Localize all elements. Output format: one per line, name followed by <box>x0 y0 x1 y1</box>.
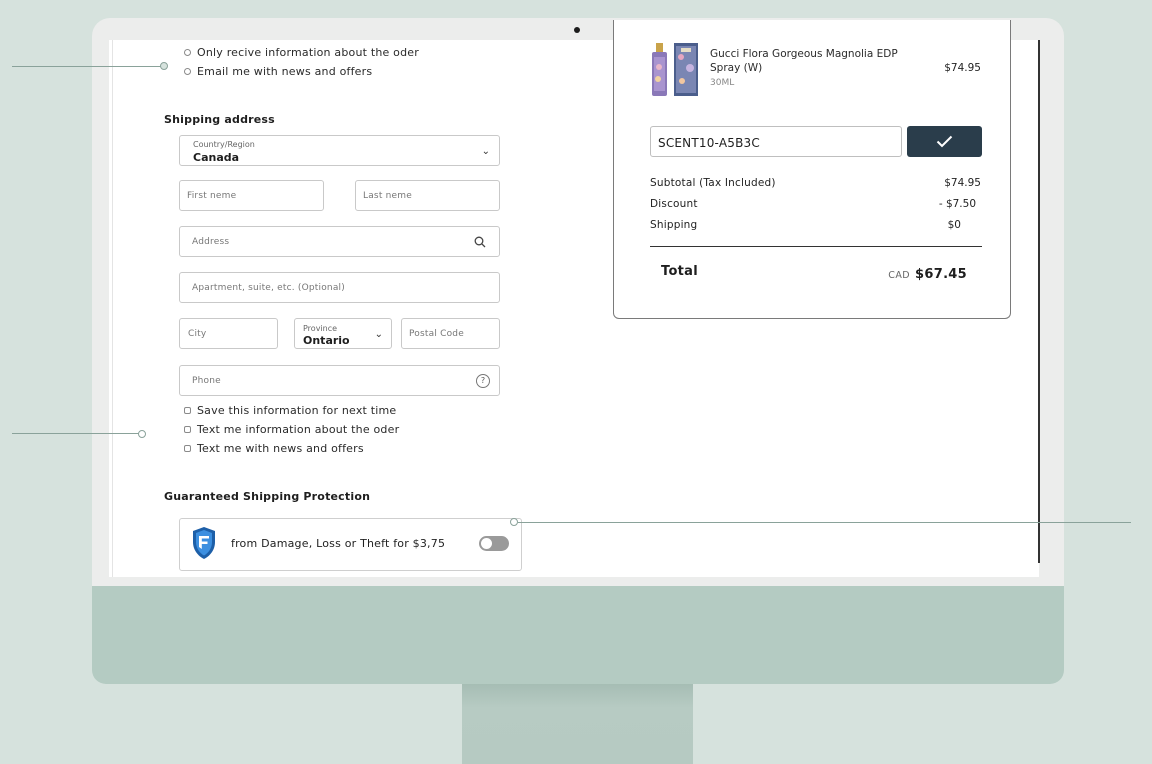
checkbox-save-info[interactable] <box>184 407 191 414</box>
country-label: Country/Region <box>193 140 255 149</box>
checkbox-label: Save this information for next time <box>197 404 397 417</box>
product-price: $74.95 <box>944 62 981 74</box>
shipping-value: $0 <box>947 219 961 231</box>
search-icon <box>474 236 486 248</box>
first-name-placeholder: First neme <box>187 190 237 201</box>
divider <box>112 40 113 577</box>
address-input[interactable]: Address <box>179 226 500 257</box>
apartment-input[interactable]: Apartment, suite, etc. (Optional) <box>179 272 500 303</box>
country-value: Canada <box>193 151 240 164</box>
currency-code: CAD <box>888 270 910 281</box>
product-variant: 30ML <box>710 78 735 88</box>
product-image <box>652 43 698 96</box>
first-name-input[interactable]: First neme <box>179 180 324 211</box>
scrollbar[interactable] <box>1038 40 1040 563</box>
checkbox-label: Only recive information about the oder <box>197 46 419 59</box>
chevron-down-icon: ⌄ <box>374 329 383 340</box>
product-name: Gucci Flora Gorgeous Magnolia EDP Spray … <box>710 48 898 74</box>
callout-dot <box>138 430 146 438</box>
discount-code-value: SCENT10-A5B3C <box>658 136 760 150</box>
discount-label: Discount <box>650 198 698 210</box>
phone-placeholder: Phone <box>192 375 221 386</box>
check-icon <box>936 135 953 148</box>
divider <box>650 246 982 247</box>
total-value: $67.45 <box>915 267 967 282</box>
callout-dot <box>160 62 168 70</box>
help-icon[interactable]: ? <box>476 374 490 388</box>
checkbox-text-order-info[interactable] <box>184 426 191 433</box>
city-input[interactable]: City <box>179 318 278 349</box>
address-placeholder: Address <box>192 236 230 247</box>
checkbox-order-info[interactable] <box>184 49 191 56</box>
last-name-placeholder: Last neme <box>363 190 412 201</box>
protection-card: from Damage, Loss or Theft for $3,75 <box>179 518 522 571</box>
monitor-stand <box>462 684 693 764</box>
postal-code-placeholder: Postal Code <box>409 328 464 339</box>
province-value: Ontario <box>303 334 350 347</box>
checkbox-label: Text me with news and offers <box>197 442 364 455</box>
city-placeholder: City <box>188 328 207 339</box>
callout-dot <box>510 518 518 526</box>
province-label: Province <box>303 324 338 333</box>
shipping-address-title: Shipping address <box>164 113 275 126</box>
protection-title: Guaranteed Shipping Protection <box>164 490 371 503</box>
monitor-chin <box>92 586 1064 684</box>
shield-icon <box>193 527 215 559</box>
discount-value: - $7.50 <box>938 198 976 210</box>
subtotal-value: $74.95 <box>944 177 981 189</box>
chevron-down-icon: ⌄ <box>481 146 490 157</box>
apply-discount-button[interactable] <box>907 126 982 157</box>
apartment-placeholder: Apartment, suite, etc. (Optional) <box>192 282 345 293</box>
callout-line <box>518 522 1131 523</box>
discount-code-input[interactable]: SCENT10-A5B3C <box>650 126 902 157</box>
protection-toggle[interactable] <box>479 536 509 551</box>
last-name-input[interactable]: Last neme <box>355 180 500 211</box>
callout-line <box>12 66 162 67</box>
checkbox-email-news[interactable] <box>184 68 191 75</box>
checkbox-label: Email me with news and offers <box>197 65 373 78</box>
checkbox-text-news[interactable] <box>184 445 191 452</box>
toggle-knob <box>481 538 492 549</box>
country-select[interactable]: Country/Region Canada ⌄ <box>179 135 500 166</box>
shipping-label: Shipping <box>650 219 698 231</box>
province-select[interactable]: Province Ontario ⌄ <box>294 318 392 349</box>
phone-input[interactable]: Phone ? <box>179 365 500 396</box>
callout-line <box>12 433 139 434</box>
total-label: Total <box>661 264 699 279</box>
postal-code-input[interactable]: Postal Code <box>401 318 500 349</box>
subtotal-label: Subtotal (Tax Included) <box>650 177 776 189</box>
checkbox-label: Text me information about the oder <box>197 423 400 436</box>
protection-text: from Damage, Loss or Theft for $3,75 <box>231 537 446 550</box>
total-amount-wrap: CAD $67.45 <box>880 263 967 282</box>
webcam-icon <box>574 27 580 33</box>
